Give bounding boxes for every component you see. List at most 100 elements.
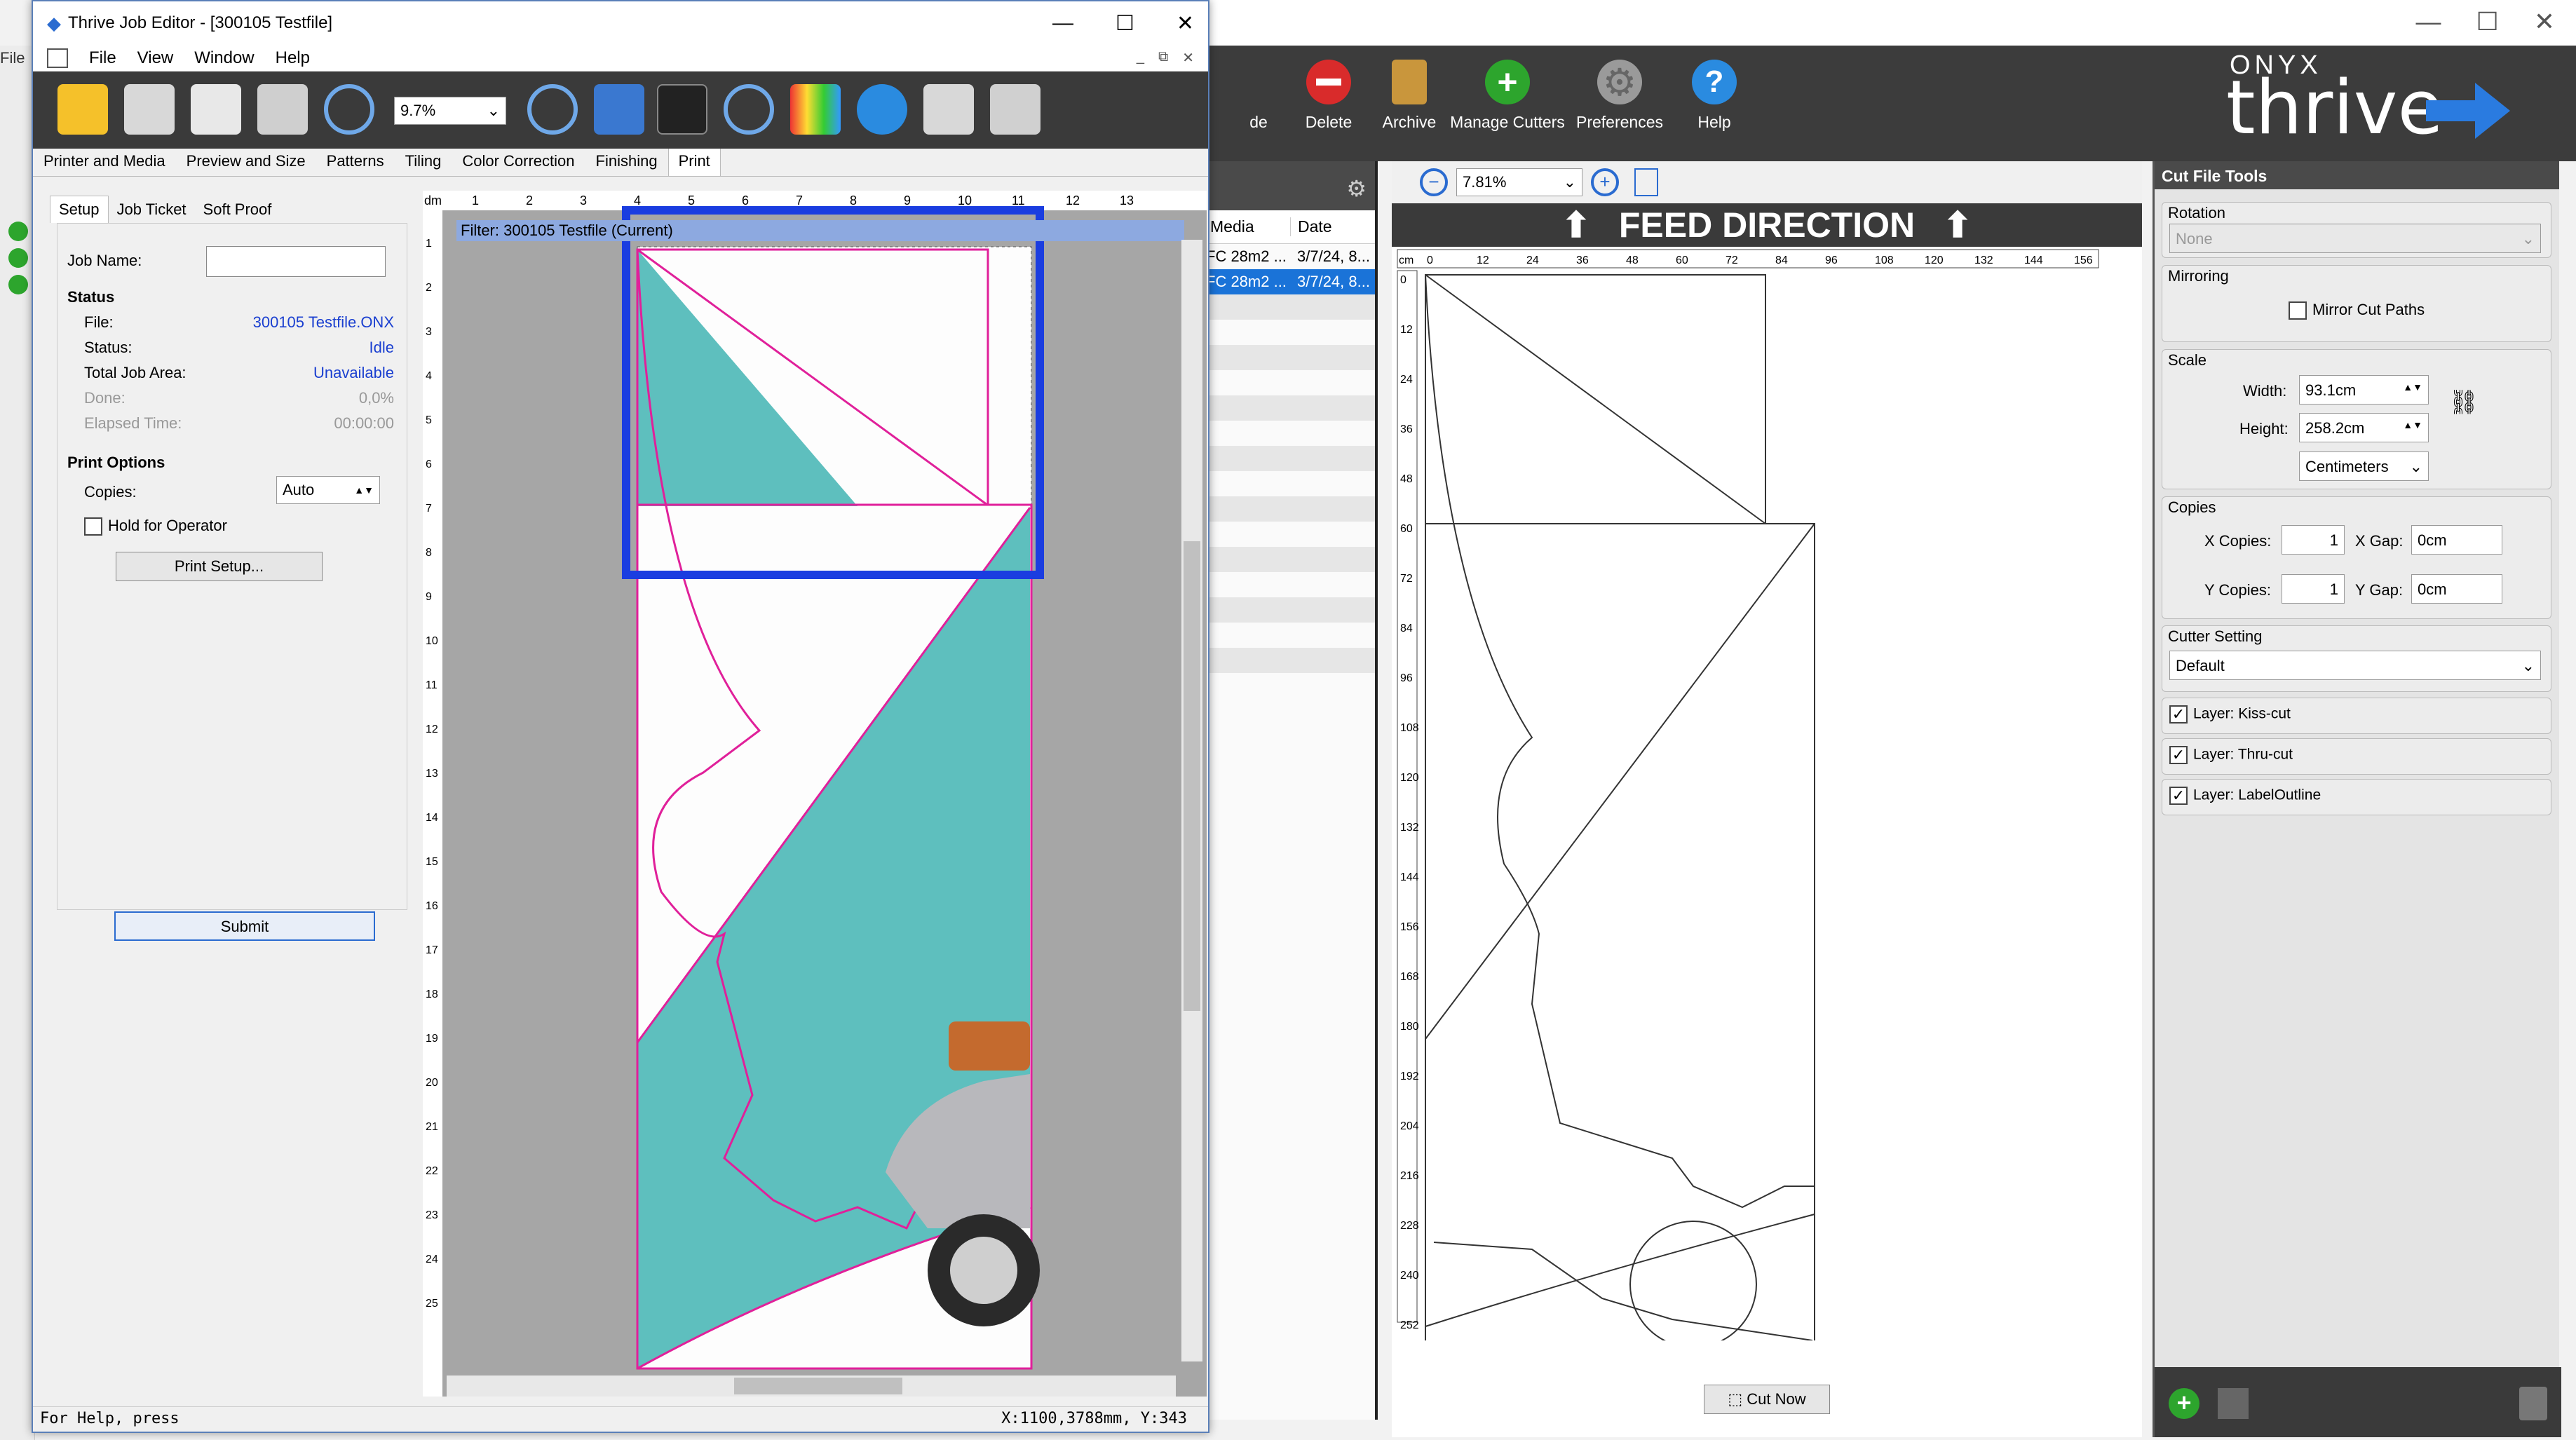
info-icon[interactable] <box>857 84 907 135</box>
height-input[interactable]: 258.2cm ▲▼ <box>2299 413 2429 442</box>
x-copies-label: X Copies: <box>2204 532 2272 550</box>
zoom-in-icon[interactable] <box>527 84 578 135</box>
scale-label: Scale <box>2168 351 2207 369</box>
background-menu-file[interactable]: File <box>0 49 34 67</box>
menu-view[interactable]: View <box>137 48 174 68</box>
ruler-tick-label: 24 <box>426 1254 438 1265</box>
subtab-setup[interactable]: Setup <box>50 196 109 223</box>
zoom-out-icon[interactable] <box>724 84 774 135</box>
mdi-restore-icon[interactable]: ⧉ <box>1158 49 1168 67</box>
checklist-icon[interactable] <box>124 84 175 135</box>
scrollbar-thumb[interactable] <box>1184 541 1200 1011</box>
mdi-close-icon[interactable]: ✕ <box>1182 49 1194 67</box>
mdi-minimize-icon[interactable]: _ <box>1137 49 1144 67</box>
file-label: File: <box>84 313 114 331</box>
fit-page-icon[interactable] <box>594 84 644 135</box>
job-editor-toolbar: 9.7% ⌄ <box>33 72 1208 149</box>
width-input[interactable]: 93.1cm ▲▼ <box>2299 375 2429 405</box>
minimize-icon[interactable]: — <box>2416 7 2441 36</box>
checkbox-checked-icon[interactable]: ✓ <box>2169 787 2188 805</box>
job-editor-tabs: Printer and Media Preview and Size Patte… <box>33 146 1208 177</box>
checkbox-checked-icon[interactable]: ✓ <box>2169 705 2188 724</box>
background-left-strip: File <box>0 46 35 1440</box>
x-copies-input[interactable]: 1 <box>2282 525 2345 555</box>
mdi-controls: _ ⧉ ✕ <box>1137 49 1194 67</box>
close-icon[interactable]: ✕ <box>1177 11 1194 36</box>
subtab-soft-proof[interactable]: Soft Proof <box>195 196 280 223</box>
hold-for-operator-checkbox[interactable]: Hold for Operator <box>84 517 227 536</box>
copies-select[interactable]: Auto ▲▼ <box>276 476 380 504</box>
cutter-setting-select[interactable]: Default ⌄ <box>2169 651 2541 680</box>
trash-icon[interactable] <box>2519 1387 2547 1420</box>
layer-icon[interactable] <box>2218 1388 2249 1419</box>
y-gap-input[interactable]: 0cm <box>2411 574 2502 604</box>
tab-tiling[interactable]: Tiling <box>395 146 452 176</box>
media-row[interactable]: FC 28m2 ... 3/7/24, 8... <box>1206 244 1375 269</box>
horizontal-scrollbar[interactable] <box>447 1376 1176 1397</box>
app-icon: ◆ <box>47 12 61 34</box>
tab-color-correction[interactable]: Color Correction <box>452 146 585 176</box>
close-icon[interactable]: ✕ <box>2534 7 2555 36</box>
spinner-icon[interactable]: ▲▼ <box>354 484 374 496</box>
media-cell: FC 28m2 ... <box>1206 247 1287 265</box>
scrollbar-thumb[interactable] <box>734 1378 902 1394</box>
tab-finishing[interactable]: Finishing <box>585 146 668 176</box>
gear-icon[interactable]: ⚙ <box>1346 175 1367 202</box>
crop-icon[interactable] <box>657 84 707 135</box>
y-copies-input[interactable]: 1 <box>2282 574 2345 604</box>
job-name-input[interactable] <box>206 246 386 277</box>
spinner-icon[interactable]: ▲▼ <box>2403 419 2422 430</box>
zoom-icon[interactable] <box>324 84 374 135</box>
tab-patterns[interactable]: Patterns <box>316 146 395 176</box>
save-icon[interactable] <box>191 84 241 135</box>
layer-label-outline[interactable]: ✓ Layer: LabelOutline <box>2162 779 2551 815</box>
color-grid-icon[interactable] <box>790 84 841 135</box>
cut-now-button[interactable]: ⬚ Cut Now <box>1704 1385 1830 1414</box>
menu-window[interactable]: Window <box>194 48 254 68</box>
rotation-select[interactable]: None ⌄ <box>2169 224 2541 253</box>
mirror-cut-paths-checkbox[interactable]: Mirror Cut Paths <box>2289 301 2425 320</box>
media-row-selected[interactable]: FC 28m2 ... 3/7/24, 8... <box>1206 269 1375 294</box>
ruler-tick-label: 12 <box>426 724 438 735</box>
menu-file[interactable]: File <box>89 48 116 68</box>
zoom-in-icon[interactable]: + <box>1591 168 1619 196</box>
zoom-out-icon[interactable]: − <box>1420 168 1448 196</box>
tab-print[interactable]: Print <box>667 146 721 176</box>
column-media[interactable]: Media <box>1206 217 1290 236</box>
chevron-down-icon: ⌄ <box>2409 458 2422 475</box>
column-date[interactable]: Date <box>1290 217 1332 236</box>
printer-settings-icon[interactable] <box>923 84 974 135</box>
units-select[interactable]: Centimeters ⌄ <box>2299 451 2429 481</box>
ruler-tick-label: 22 <box>426 1165 438 1177</box>
editor-zoom-select[interactable]: 9.7% ⌄ <box>394 97 506 125</box>
open-folder-icon[interactable] <box>57 84 108 135</box>
link-chain-icon[interactable]: ⛓ <box>2448 388 2479 416</box>
vertical-scrollbar[interactable] <box>1181 240 1202 1361</box>
add-icon[interactable]: + <box>2169 1388 2199 1419</box>
subtab-job-ticket[interactable]: Job Ticket <box>109 196 195 223</box>
checkbox-unchecked-icon[interactable] <box>84 517 102 536</box>
tab-printer-and-media[interactable]: Printer and Media <box>33 146 176 176</box>
fit-page-icon[interactable] <box>1634 168 1658 196</box>
maximize-icon[interactable]: ☐ <box>2476 7 2499 36</box>
scooter-wheel-rim <box>950 1237 1017 1304</box>
minimize-icon[interactable]: — <box>1052 11 1073 35</box>
menu-help[interactable]: Help <box>276 48 310 68</box>
checkbox-unchecked-icon[interactable] <box>2289 301 2307 320</box>
print-setup-button[interactable]: Print Setup... <box>116 552 323 581</box>
layer-kiss-cut[interactable]: ✓ Layer: Kiss-cut <box>2162 698 2551 734</box>
preview-zoom-select[interactable]: 7.81% ⌄ <box>1456 168 1582 196</box>
tab-preview-and-size[interactable]: Preview and Size <box>176 146 316 176</box>
help-button[interactable]: ? Help <box>1665 60 1763 132</box>
spinner-icon[interactable]: ▲▼ <box>2403 381 2422 393</box>
calculator-icon[interactable] <box>990 84 1040 135</box>
x-gap-input[interactable]: 0cm <box>2411 525 2502 555</box>
print-icon[interactable] <box>257 84 308 135</box>
ruler-tick-label: 132 <box>1400 822 1419 834</box>
maximize-icon[interactable]: ☐ <box>1116 11 1134 36</box>
file-value: 300105 Testfile.ONX <box>252 313 394 331</box>
layer-thru-cut[interactable]: ✓ Layer: Thru-cut <box>2162 738 2551 775</box>
checkbox-checked-icon[interactable]: ✓ <box>2169 746 2188 764</box>
submit-button[interactable]: Submit <box>114 911 375 941</box>
preview-top-ruler <box>1397 249 2099 269</box>
